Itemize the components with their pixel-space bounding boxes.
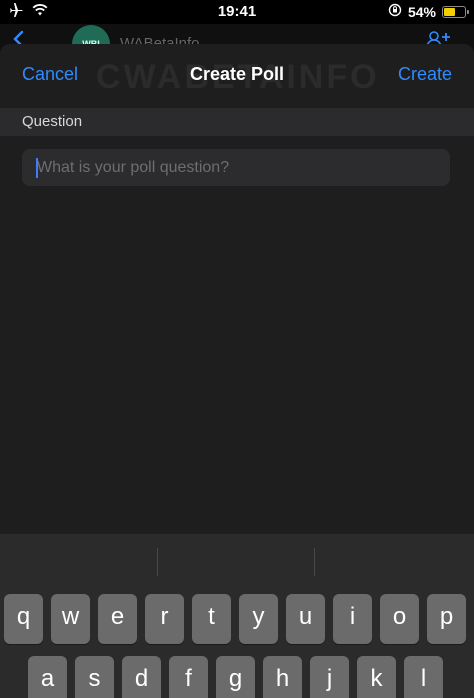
key-a[interactable]: a: [28, 656, 67, 698]
question-input[interactable]: [37, 149, 437, 186]
key-r[interactable]: r: [145, 594, 184, 644]
key-u[interactable]: u: [286, 594, 325, 644]
status-right: 54%: [388, 3, 469, 20]
key-o[interactable]: o: [380, 594, 419, 644]
text-caret: [36, 158, 38, 178]
key-h[interactable]: h: [263, 656, 302, 698]
key-j[interactable]: j: [310, 656, 349, 698]
battery-level: [444, 7, 455, 16]
create-button[interactable]: Create: [398, 64, 452, 85]
key-l[interactable]: l: [404, 656, 443, 698]
key-f[interactable]: f: [169, 656, 208, 698]
suggestion-bar: [0, 534, 474, 590]
question-section-header: Question: [0, 108, 474, 136]
key-y[interactable]: y: [239, 594, 278, 644]
key-t[interactable]: t: [192, 594, 231, 644]
keyboard: q w e r t y u i o p a s d f g h j k l: [0, 534, 474, 698]
key-k[interactable]: k: [357, 656, 396, 698]
nav-bar: Cancel Create Poll Create: [0, 44, 474, 108]
key-d[interactable]: d: [122, 656, 161, 698]
create-poll-sheet: CWABETAINFO Cancel Create Poll Create Qu…: [0, 44, 474, 534]
key-i[interactable]: i: [333, 594, 372, 644]
suggestion-divider: [157, 548, 158, 576]
battery-icon: [442, 5, 469, 18]
key-g[interactable]: g: [216, 656, 255, 698]
battery-percent: 54%: [407, 3, 436, 20]
question-field[interactable]: [22, 149, 450, 186]
status-bar: 19:41 54%: [0, 0, 474, 24]
key-w[interactable]: w: [51, 594, 90, 644]
key-s[interactable]: s: [75, 656, 114, 698]
key-q[interactable]: q: [4, 594, 43, 644]
suggestion-divider: [314, 548, 315, 576]
section-label: Question: [22, 113, 83, 130]
key-p[interactable]: p: [427, 594, 466, 644]
key-e[interactable]: e: [98, 594, 137, 644]
orientation-lock-icon: [388, 3, 402, 20]
